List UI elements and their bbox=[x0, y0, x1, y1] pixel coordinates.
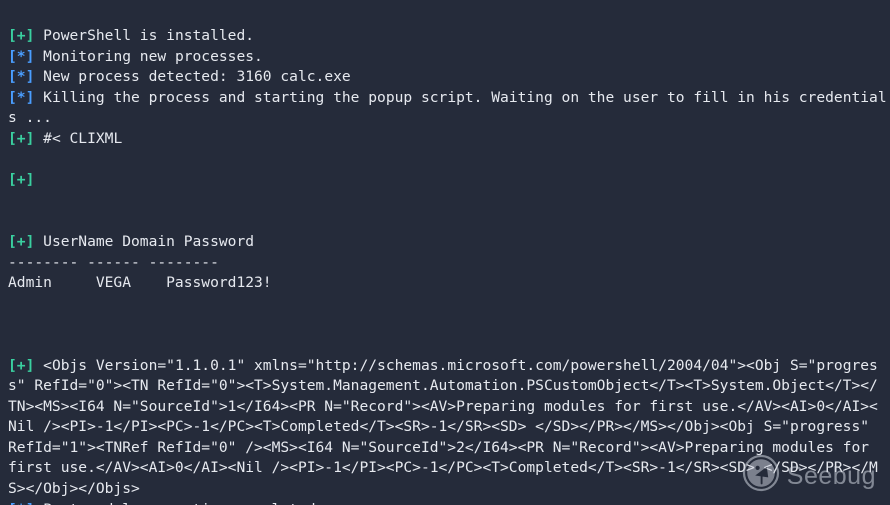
log-line-clixml-header: [+] #< CLIXML bbox=[8, 129, 890, 150]
credentials-table-row: Admin VEGA Password123! bbox=[8, 273, 890, 294]
status-tag-info: [*] bbox=[8, 68, 35, 86]
credentials-table-separator: -------- ------ -------- bbox=[8, 253, 219, 271]
log-line-text: PowerShell is installed. bbox=[43, 27, 255, 44]
spacer-blank-line bbox=[8, 314, 890, 335]
log-line-text: Post module execution completed bbox=[43, 501, 315, 505]
log-line-post-module-complete: [*] Post module execution completed bbox=[8, 500, 890, 505]
log-line-empty-success: [+] bbox=[8, 170, 890, 191]
status-tag-success: [+] bbox=[8, 27, 35, 44]
log-line-monitoring-processes: [*] Monitoring new processes. bbox=[8, 47, 890, 68]
status-tag-success: [+] bbox=[8, 356, 35, 374]
status-tag-info: [*] bbox=[8, 88, 35, 106]
log-line-text: #< CLIXML bbox=[43, 129, 123, 147]
status-tag-success: [+] bbox=[8, 171, 35, 189]
log-line-new-process-detected: [*] New process detected: 3160 calc.exe bbox=[8, 67, 890, 88]
status-tag-info: [*] bbox=[8, 47, 35, 65]
spacer-blank-line bbox=[8, 150, 890, 171]
clixml-payload-text: <Objs Version="1.1.0.1" xmlns="http://sc… bbox=[8, 356, 878, 498]
log-line-killing-process: [*] Killing the process and starting the… bbox=[8, 88, 890, 129]
status-tag-success: [+] bbox=[8, 129, 35, 147]
terminal-window[interactable]: [+] PowerShell is installed. [*] Monitor… bbox=[0, 0, 890, 505]
credentials-table-header: [+] UserName Domain Password bbox=[8, 232, 890, 253]
clixml-output-block: [+] <Objs Version="1.1.0.1" xmlns="http:… bbox=[8, 356, 886, 500]
spacer-blank-line bbox=[8, 294, 890, 315]
status-tag-info: [*] bbox=[8, 501, 34, 505]
log-line-text: New process detected: 3160 calc.exe bbox=[43, 68, 351, 86]
spacer-blank-line bbox=[8, 211, 890, 232]
log-line-text: Monitoring new processes. bbox=[43, 47, 263, 65]
log-line-powershell-installed: [+] PowerShell is installed. bbox=[8, 26, 890, 47]
credentials-row-values: Admin VEGA Password123! bbox=[8, 274, 272, 292]
credentials-header-labels: UserName Domain Password bbox=[43, 232, 255, 250]
status-tag-success: [+] bbox=[8, 232, 35, 250]
log-line-text: Killing the process and starting the pop… bbox=[8, 88, 887, 127]
spacer-blank-line bbox=[8, 191, 890, 212]
spacer-blank-line bbox=[8, 335, 890, 356]
